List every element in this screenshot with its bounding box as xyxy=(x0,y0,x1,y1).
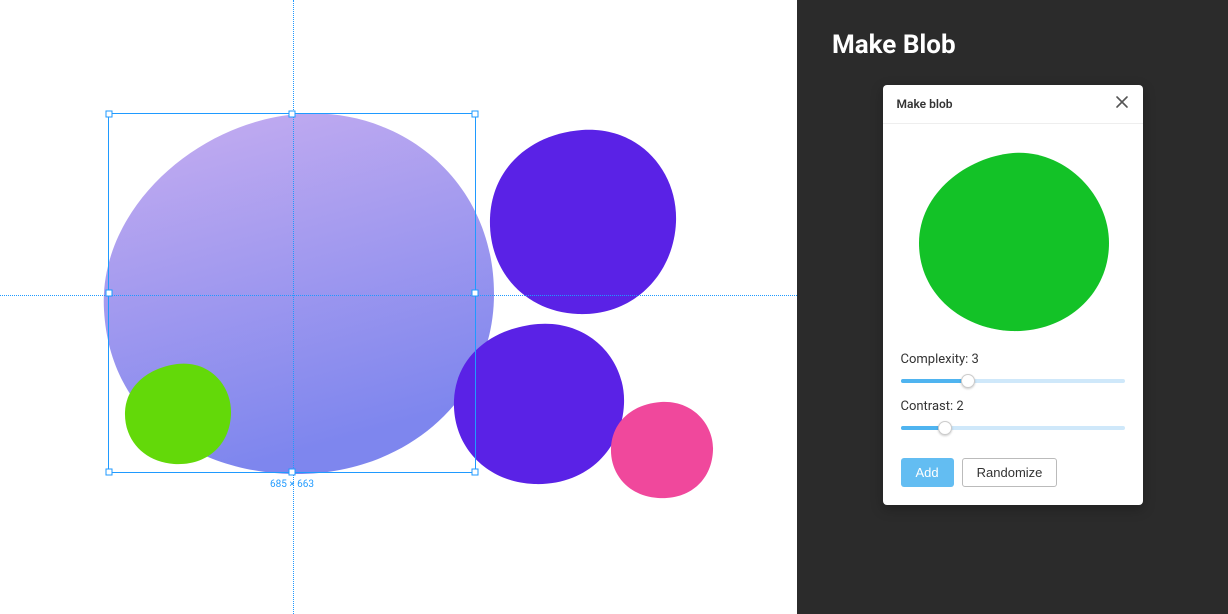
guide-vertical xyxy=(293,0,294,614)
randomize-button[interactable]: Randomize xyxy=(962,458,1058,487)
make-blob-panel: Make blob Complexity: 3 Contrast: xyxy=(883,85,1143,505)
contrast-thumb[interactable] xyxy=(938,421,952,435)
complexity-slider[interactable] xyxy=(901,373,1125,389)
canvas-svg xyxy=(0,0,797,614)
contrast-label: Contrast: 2 xyxy=(901,399,1125,414)
canvas-area[interactable]: 685 × 663 xyxy=(0,0,797,614)
sidebar-title: Make Blob xyxy=(832,30,1193,60)
preview-area xyxy=(901,142,1125,342)
guide-horizontal xyxy=(0,295,797,296)
complexity-label: Complexity: 3 xyxy=(901,352,1125,367)
complexity-thumb[interactable] xyxy=(961,374,975,388)
blob-purple-bottom[interactable] xyxy=(454,324,624,484)
preview-blob xyxy=(913,147,1113,337)
panel-header: Make blob xyxy=(883,85,1143,124)
sidebar: Make Blob Make blob Complexity: 3 xyxy=(797,0,1228,614)
panel-title: Make blob xyxy=(897,97,953,111)
contrast-slider[interactable] xyxy=(901,420,1125,436)
add-button[interactable]: Add xyxy=(901,458,954,487)
blob-purple-top[interactable] xyxy=(490,130,676,314)
blob-pink[interactable] xyxy=(611,402,713,498)
close-icon[interactable] xyxy=(1115,95,1129,113)
